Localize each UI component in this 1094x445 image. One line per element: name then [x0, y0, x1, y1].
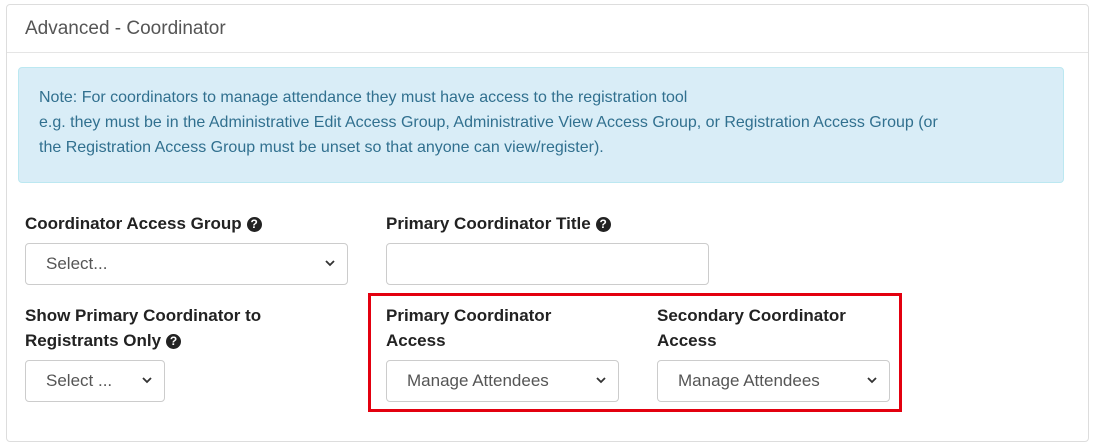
chevron-down-icon: [142, 377, 152, 384]
note-line-1: Note: For coordinators to manage attenda…: [39, 89, 688, 106]
question-circle-icon[interactable]: ?: [166, 334, 182, 349]
secondary-coordinator-access-select[interactable]: Manage Attendees: [657, 360, 890, 402]
chevron-down-icon: [867, 377, 877, 384]
primary-coordinator-title-label: Primary Coordinator Title?: [386, 211, 611, 236]
primary-coordinator-access-label: Primary Coordinator Access: [386, 306, 552, 350]
chevron-down-icon: [325, 260, 335, 267]
note-alert: Note: For coordinators to manage attenda…: [18, 67, 1064, 183]
secondary-coordinator-access-label: Secondary Coordinator Access: [657, 306, 846, 350]
coordinator-access-group-label: Coordinator Access Group?: [25, 211, 262, 236]
show-primary-coordinator-select[interactable]: Select ...: [25, 360, 165, 402]
coordinator-access-group-select[interactable]: Select...: [25, 243, 348, 285]
show-primary-coordinator-label: Show Primary Coordinator to Registrants …: [25, 306, 262, 350]
primary-coordinator-access-select[interactable]: Manage Attendees: [386, 360, 619, 402]
question-circle-icon[interactable]: ?: [595, 217, 611, 232]
panel-title: Advanced - Coordinator: [7, 5, 1088, 53]
chevron-down-icon: [596, 377, 606, 384]
note-line-2: e.g. they must be in the Administrative …: [39, 114, 938, 131]
question-circle-icon[interactable]: ?: [246, 217, 262, 232]
note-line-3: the Registration Access Group must be un…: [39, 139, 604, 156]
primary-coordinator-title-input[interactable]: [386, 243, 709, 285]
